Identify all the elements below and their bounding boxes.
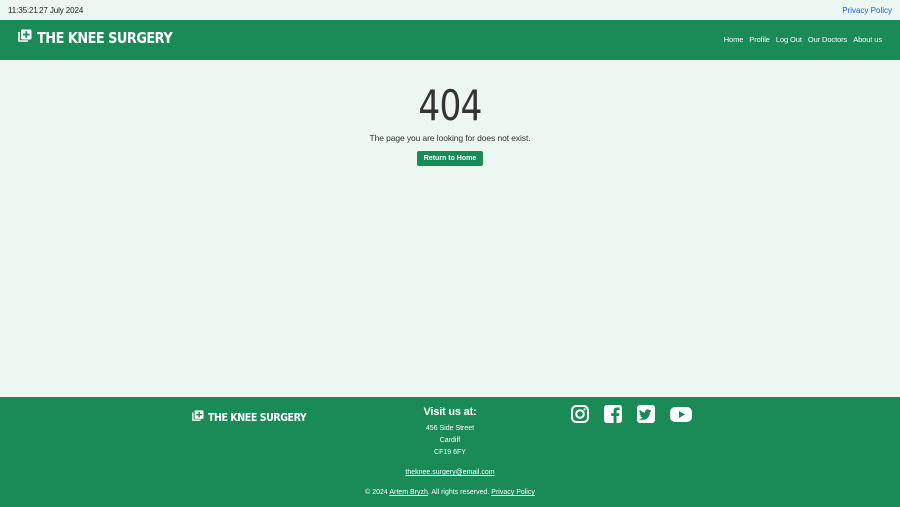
main-nav: Home Profile Log Out Our Doctors About u… [724,35,882,44]
nav-our-doctors[interactable]: Our Doctors [808,35,847,44]
address-postcode: CF19 6FY [434,449,466,456]
footer-brand-logo[interactable]: THE KNEE SURGERY [192,408,322,426]
address-street: 456 Side Street [425,425,475,432]
privacy-policy-link-top[interactable]: Privacy Policy [842,6,892,15]
error-message: The page you are looking for does not ex… [369,133,531,143]
author-link[interactable]: Artem Bryzh [389,489,428,496]
top-info-bar: 11:35:21 27 July 2024 Privacy Policy [0,0,900,20]
copyright-prefix: © 2024 [365,489,388,496]
main-header: THE KNEE SURGERY Home Profile Log Out Ou… [0,20,900,60]
brand-logo[interactable]: THE KNEE SURGERY [18,29,194,47]
current-date: 27 July 2024 [39,6,84,15]
clinic-medical-icon [18,29,32,47]
facebook-icon[interactable] [603,404,625,424]
site-footer: THE KNEE SURGERY Visit us at: 456 Side S… [0,397,900,507]
social-links [570,404,692,424]
footer-brand-title: THE KNEE SURGERY [208,410,307,424]
email-link[interactable]: theknee.surgery@email.com [405,469,494,476]
nav-home[interactable]: Home [724,35,744,44]
error-content: 404 The page you are looking for does no… [0,82,900,166]
address-city: Cardiff [439,437,461,444]
clock-time: 11:35:21 [8,6,38,15]
instagram-icon[interactable] [570,404,592,424]
copyright: © 2024 Artem Bryzh. All rights reserved.… [0,489,900,496]
twitter-icon[interactable] [636,404,658,424]
youtube-icon[interactable] [669,404,692,424]
privacy-policy-link-footer[interactable]: Privacy Policy [491,489,535,496]
visit-us-block: Visit us at: 456 Side Street Cardiff CF1… [400,406,500,459]
clinic-medical-icon [192,408,204,426]
visit-heading: Visit us at: [423,406,477,418]
rights-text: . All rights reserved. [427,489,490,496]
error-code: 404 [418,81,482,130]
return-home-button[interactable]: Return to Home [416,151,484,166]
nav-logout[interactable]: Log Out [776,35,802,44]
brand-title: THE KNEE SURGERY [37,29,173,47]
nav-profile[interactable]: Profile [749,35,770,44]
footer-email: theknee.surgery@email.com [0,469,900,476]
nav-about-us[interactable]: About us [853,35,882,44]
